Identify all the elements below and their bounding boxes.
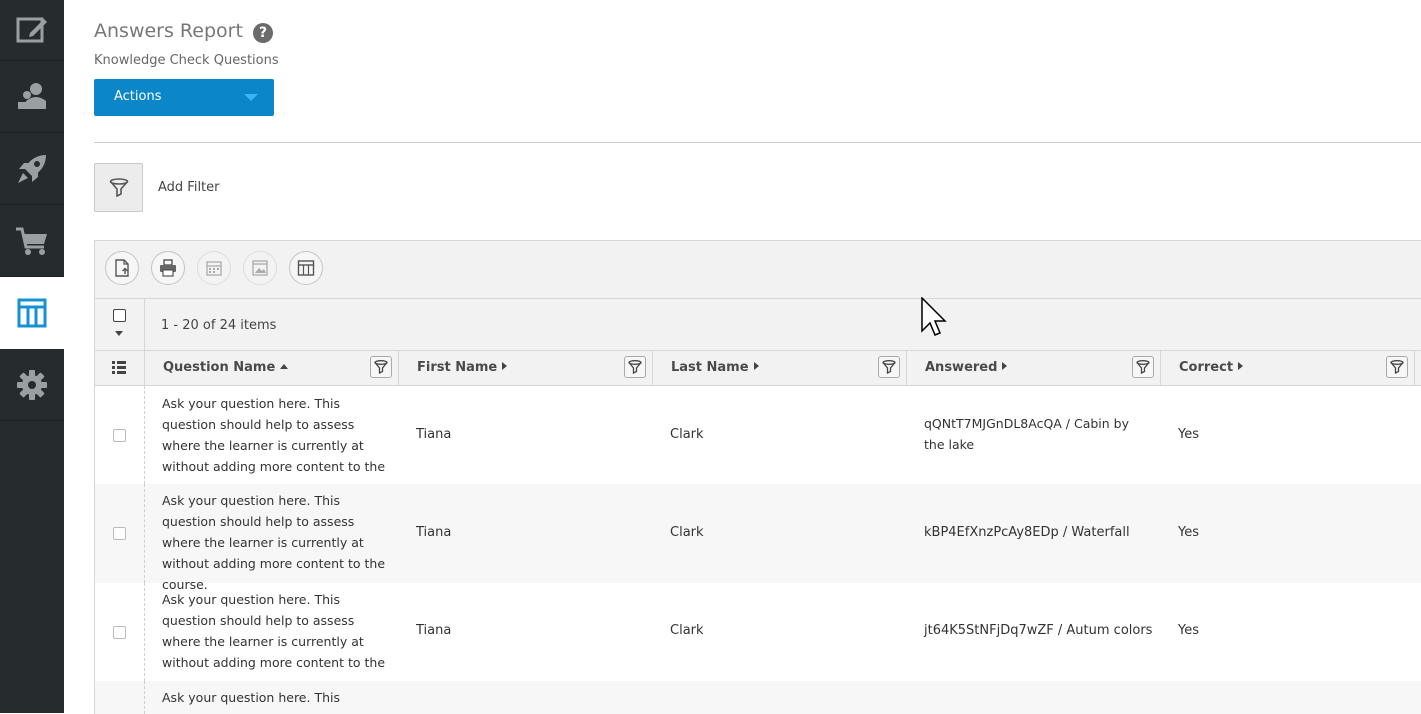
row-separator: [144, 386, 145, 484]
select-all-checkbox[interactable]: [113, 309, 126, 322]
image-export-button[interactable]: [243, 251, 277, 285]
actions-label: Actions: [114, 89, 162, 104]
print-icon: [160, 259, 176, 277]
cell-answered: kBP4EfXnzPcAy8EDp / Waterfall: [924, 525, 1130, 540]
column-label-question-name: Question Name: [163, 360, 289, 375]
cell-answered: qQNtT7MJGnDL8AcQA / Cabin by the lake: [924, 416, 1130, 452]
add-filter-button[interactable]: [94, 163, 143, 212]
page-subtitle: Knowledge Check Questions: [94, 53, 279, 68]
row-checkbox[interactable]: [113, 626, 126, 639]
table-row[interactable]: Ask your question here. This question sh…: [95, 583, 1421, 691]
export-icon: [115, 259, 129, 277]
cell-correct: Yes: [1178, 427, 1199, 442]
select-all-column: [95, 299, 145, 350]
table-row[interactable]: Ask your question here. This: [95, 681, 1421, 714]
cell-last-name: Clark: [670, 427, 704, 442]
help-icon[interactable]: ?: [253, 23, 273, 43]
column-label-correct: Correct: [1179, 360, 1244, 375]
sort-ascending-icon: [280, 364, 289, 369]
column-label-last-name: Last Name: [671, 360, 759, 375]
row-separator: [144, 484, 145, 583]
cell-correct: Yes: [1178, 525, 1199, 540]
list-icon: [112, 361, 126, 374]
cell-answered: jt64K5StNFjDq7wZF / Autum colors: [924, 623, 1153, 638]
column-header-answered[interactable]: Answered: [907, 351, 1161, 385]
row-separator: [144, 583, 145, 681]
cell-first-name: Tiana: [416, 427, 452, 442]
sidebar-item-editor[interactable]: [0, 0, 64, 61]
column-filter-button[interactable]: [878, 356, 900, 378]
cell-last-name: Clark: [670, 623, 704, 638]
rocket-icon: [18, 154, 46, 183]
columns-button[interactable]: [289, 251, 323, 285]
sidebar-item-users[interactable]: [0, 61, 64, 133]
column-header-correct[interactable]: Correct: [1161, 351, 1415, 385]
table-row[interactable]: Ask your question here. This question sh…: [95, 484, 1421, 592]
funnel-icon: [628, 360, 642, 374]
chevron-down-icon: [244, 94, 258, 101]
funnel-icon: [1136, 360, 1150, 374]
sidebar-item-store[interactable]: [0, 205, 64, 277]
cell-question-name: Ask your question here. This question sh…: [162, 396, 386, 495]
funnel-icon: [882, 360, 896, 374]
column-filter-button[interactable]: [370, 356, 392, 378]
shopping-cart-icon: [16, 227, 47, 255]
columns-icon: [297, 260, 315, 276]
sidebar-item-settings[interactable]: [0, 349, 64, 421]
users-icon: [18, 82, 46, 109]
cell-question-name: Ask your question here. This: [162, 690, 340, 705]
image-icon: [252, 260, 268, 276]
column-filter-button[interactable]: [1386, 356, 1408, 378]
print-button[interactable]: [151, 251, 185, 285]
funnel-icon: [109, 177, 128, 197]
cell-question-name: Ask your question here. This question sh…: [162, 493, 386, 592]
sort-indicator-icon: [1002, 362, 1008, 370]
column-filter-button[interactable]: [624, 356, 646, 378]
mouse-cursor-icon: [921, 297, 947, 336]
page-title: Answers Report: [94, 20, 243, 42]
column-menu-cell[interactable]: [95, 351, 145, 385]
column-label-first-name: First Name: [417, 360, 508, 375]
add-filter-label[interactable]: Add Filter: [158, 180, 220, 195]
table-columns-icon: [17, 298, 47, 327]
funnel-icon: [1390, 360, 1404, 374]
sort-indicator-icon: [1238, 362, 1244, 370]
sidebar: [0, 0, 64, 713]
edit-window-icon: [16, 17, 47, 43]
gear-icon: [17, 369, 47, 400]
sort-indicator-icon: [753, 362, 759, 370]
cell-first-name: Tiana: [416, 623, 452, 638]
grid-toolbar: [95, 241, 1421, 299]
items-count: 1 - 20 of 24 items: [161, 318, 277, 333]
cell-question-name: Ask your question here. This question sh…: [162, 592, 386, 691]
column-header-last-name[interactable]: Last Name: [653, 351, 907, 385]
answers-grid: 1 - 20 of 24 items Question Name First N…: [94, 240, 1421, 714]
sidebar-item-launch[interactable]: [0, 133, 64, 205]
row-checkbox[interactable]: [113, 429, 126, 442]
column-filter-button[interactable]: [1132, 356, 1154, 378]
column-header-question-name[interactable]: Question Name: [145, 351, 399, 385]
sort-indicator-icon: [502, 362, 508, 370]
export-button[interactable]: [105, 251, 139, 285]
cell-first-name: Tiana: [416, 525, 452, 540]
row-checkbox[interactable]: [113, 527, 126, 540]
row-separator: [144, 681, 145, 714]
column-label-answered: Answered: [925, 360, 1008, 375]
grid-header: Question Name First Name Last Name Answe…: [95, 351, 1421, 386]
grid-pager: 1 - 20 of 24 items: [95, 299, 1421, 351]
column-header-first-name[interactable]: First Name: [399, 351, 653, 385]
funnel-icon: [374, 360, 388, 374]
actions-button[interactable]: Actions: [94, 79, 274, 116]
table-row[interactable]: Ask your question here. This question sh…: [95, 386, 1421, 495]
select-dropdown-icon[interactable]: [115, 331, 123, 336]
divider: [94, 142, 1421, 143]
cell-correct: Yes: [1178, 623, 1199, 638]
schedule-button[interactable]: [197, 251, 231, 285]
sidebar-item-reports[interactable]: [0, 277, 64, 349]
cell-last-name: Clark: [670, 525, 704, 540]
schedule-icon: [206, 261, 222, 276]
